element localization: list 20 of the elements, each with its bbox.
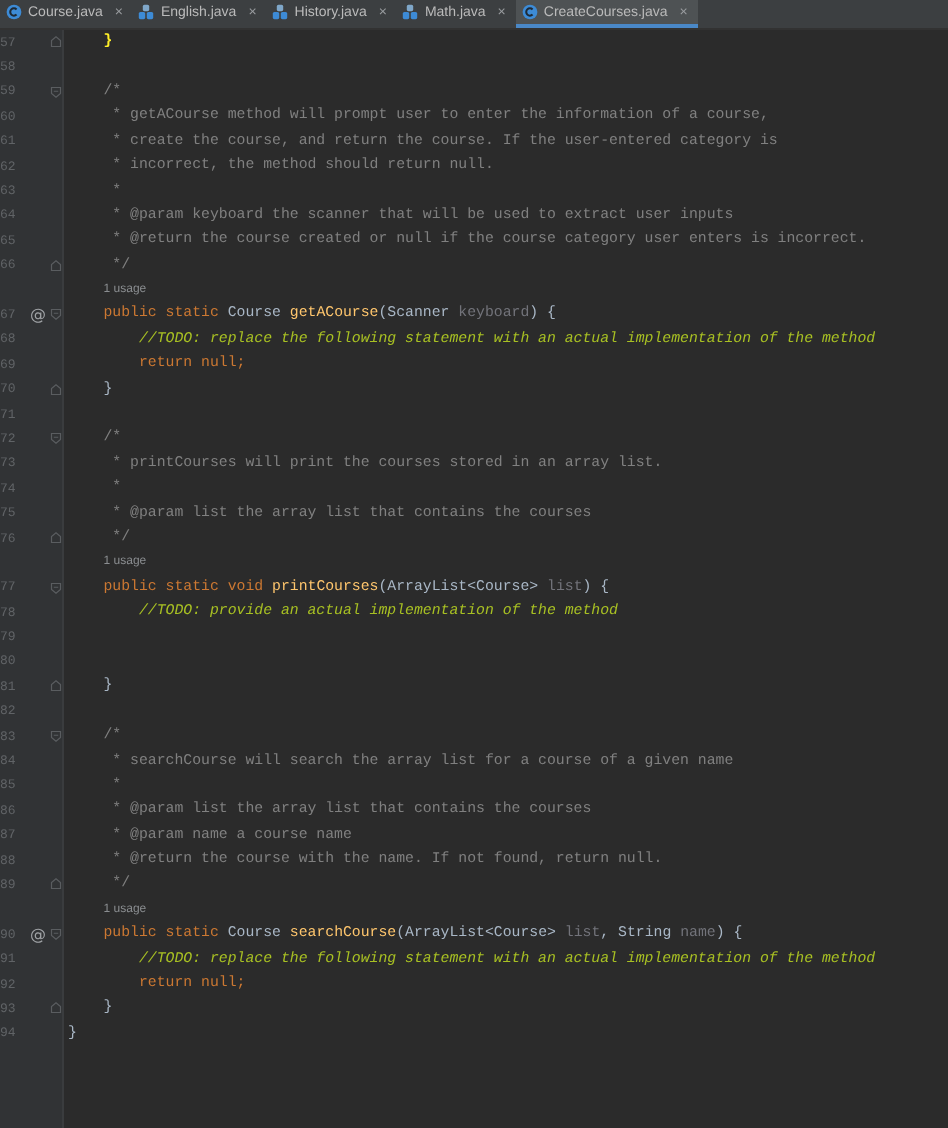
fold-icon[interactable] [50,308,62,321]
fold-icon[interactable] [50,259,62,272]
fold-icon[interactable] [50,878,62,891]
fold-icon[interactable] [50,532,62,544]
fold-icon[interactable] [50,730,62,743]
fold-icon[interactable] [50,581,62,594]
fold-icon[interactable] [50,383,62,396]
stacked-file-icon [272,4,289,20]
fold-icon[interactable] [50,928,62,941]
stacked-file-icon [138,4,155,20]
fold-icon[interactable] [50,680,62,693]
fold-icon[interactable] [50,36,62,49]
stacked-file-icon [402,4,419,20]
fold-icon[interactable] [50,432,62,445]
class-file-icon [6,4,22,20]
override-marker[interactable]: @ [30,925,46,944]
override-marker[interactable]: @ [30,305,46,324]
fold-icon[interactable] [50,85,62,98]
fold-icon[interactable] [50,1002,62,1015]
class-file-icon [521,4,538,20]
